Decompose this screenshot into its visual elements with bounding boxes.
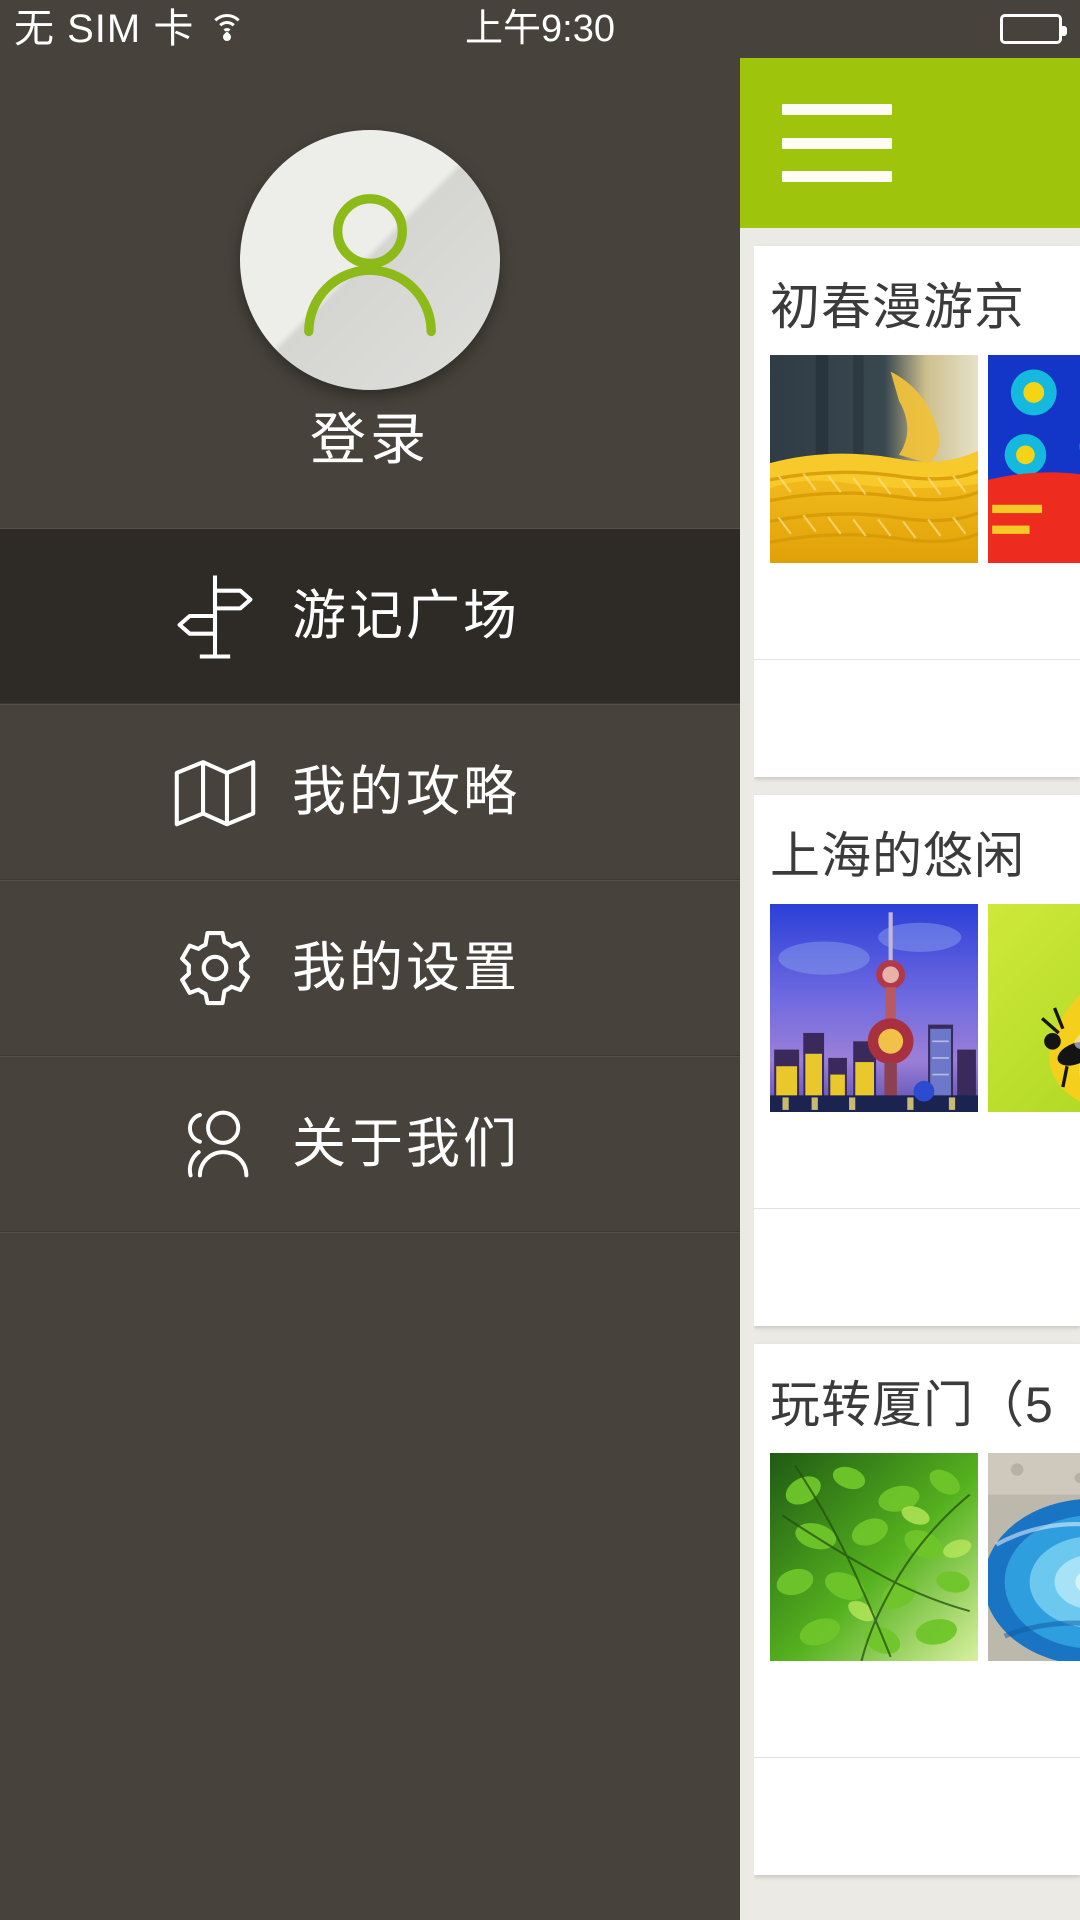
yellow-rope-on-wood-photo[interactable] (770, 355, 978, 563)
shanghai-skyline-night-photo[interactable] (770, 904, 978, 1112)
map-fold-icon (172, 749, 258, 835)
panel-left-strip (740, 228, 754, 1920)
yellow-flower-bee-photo[interactable] (988, 904, 1080, 1112)
sidebar-item-my-guides[interactable]: 我的攻略 (0, 704, 740, 880)
article-meta-area (754, 659, 1080, 777)
app-header (740, 58, 1080, 228)
people-icon (172, 1101, 258, 1187)
article-title: 玩转厦门（5 (770, 1377, 1054, 1433)
content-panel: 初春漫游京 上海的悠闲 玩转厦门（5 (740, 58, 1080, 1920)
article-title: 上海的悠闲 (770, 828, 1025, 884)
sidebar-item-label: 关于我们 (292, 1114, 520, 1174)
green-leaves-photo[interactable] (770, 1453, 978, 1661)
article-photos (754, 355, 1080, 563)
article-body-area (754, 1112, 1080, 1208)
profile-section[interactable]: 登录 (0, 58, 740, 528)
article-photos (754, 1453, 1080, 1661)
article-meta-area (754, 1208, 1080, 1326)
sidebar-item-label: 我的设置 (292, 938, 520, 998)
article-card[interactable]: 上海的悠闲 (754, 795, 1080, 1326)
login-label[interactable]: 登录 (310, 412, 430, 468)
sidebar-item-my-settings[interactable]: 我的设置 (0, 880, 740, 1056)
sidebar-item-travel-square[interactable]: 游记广场 (0, 528, 740, 704)
sidebar-item-label: 我的攻略 (292, 762, 520, 822)
hamburger-icon[interactable] (782, 104, 892, 182)
status-bar-time: 上午9:30 (465, 8, 615, 50)
navigation-drawer: 登录 游记广场 我的攻略 我的设置 关于我们 (0, 58, 740, 1920)
sidebar-item-label: 游记广场 (292, 586, 520, 646)
article-meta-area (754, 1757, 1080, 1875)
blue-swirl-photo[interactable] (988, 1453, 1080, 1661)
article-card[interactable]: 初春漫游京 (754, 246, 1080, 777)
user-avatar-icon (304, 194, 436, 337)
article-title: 初春漫游京 (770, 279, 1025, 335)
blue-red-colorful-photo[interactable] (988, 355, 1080, 563)
signpost-icon (172, 573, 258, 659)
drawer-bottom-spacer (0, 1232, 740, 1272)
article-body-area (754, 1661, 1080, 1757)
status-bar-right (1000, 14, 1067, 44)
battery-icon (1000, 14, 1067, 44)
article-body-area (754, 563, 1080, 659)
avatar[interactable] (240, 130, 500, 390)
article-card[interactable]: 玩转厦门（5 (754, 1344, 1080, 1875)
status-bar: 无 SIM 卡 上午9:30 (0, 0, 1080, 58)
sidebar-item-about-us[interactable]: 关于我们 (0, 1056, 740, 1232)
gear-icon (172, 925, 258, 1011)
article-photos (754, 904, 1080, 1112)
